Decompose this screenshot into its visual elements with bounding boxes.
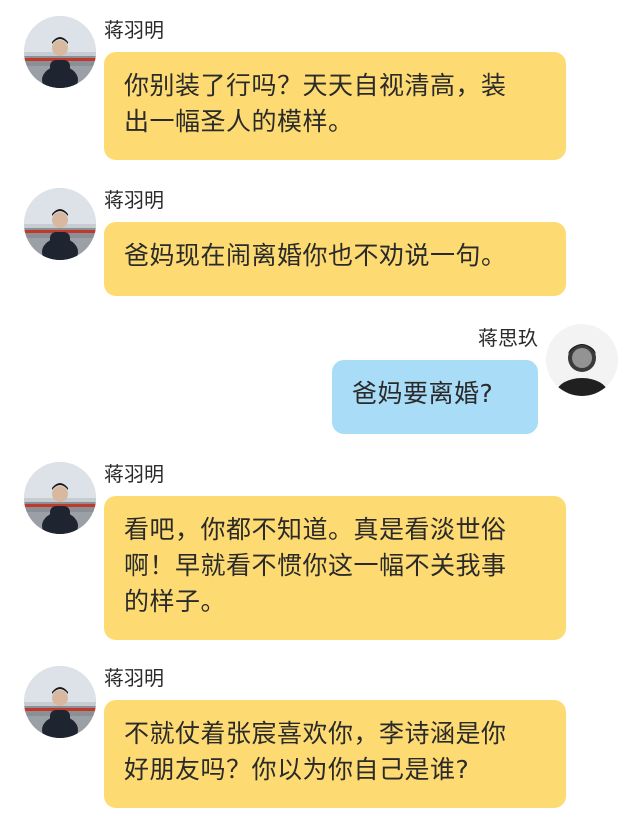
message-text-line: 爸妈现在闹离婚你也不劝说一句。 bbox=[124, 241, 507, 270]
sender-avatar[interactable] bbox=[24, 16, 96, 88]
message-text-line: 爸妈要离婚? bbox=[352, 379, 494, 408]
sender-name: 蒋思玖 bbox=[478, 326, 538, 350]
sender-name: 蒋羽明 bbox=[104, 462, 164, 486]
sender-name: 蒋羽明 bbox=[104, 18, 164, 42]
sender-avatar[interactable] bbox=[24, 462, 96, 534]
message-bubble[interactable]: 不就仗着张宸喜欢你，李诗涵是你 好朋友吗？你以为你自己是谁? bbox=[104, 700, 566, 808]
message-text-line: 看吧，你都不知道。真是看淡世俗 bbox=[124, 515, 507, 544]
sender-avatar[interactable] bbox=[24, 666, 96, 738]
sender-avatar[interactable] bbox=[546, 324, 618, 396]
message-text-line: 的样子。 bbox=[124, 587, 227, 616]
sender-name: 蒋羽明 bbox=[104, 188, 164, 212]
sender-avatar[interactable] bbox=[24, 188, 96, 260]
message-text-line: 你别装了行吗？天天自视清高，装 bbox=[124, 71, 507, 100]
sender-name: 蒋羽明 bbox=[104, 666, 164, 690]
message-text-line: 啊！早就看不惯你这一幅不关我事 bbox=[124, 551, 507, 580]
message-bubble[interactable]: 看吧，你都不知道。真是看淡世俗 啊！早就看不惯你这一幅不关我事 的样子。 bbox=[104, 496, 566, 640]
message-text-line: 不就仗着张宸喜欢你，李诗涵是你 bbox=[124, 719, 507, 748]
message-bubble[interactable]: 你别装了行吗？天天自视清高，装 出一幅圣人的模样。 bbox=[104, 52, 566, 160]
message-bubble[interactable]: 爸妈要离婚? bbox=[332, 360, 538, 434]
message-bubble[interactable]: 爸妈现在闹离婚你也不劝说一句。 bbox=[104, 222, 566, 296]
message-text-line: 好朋友吗？你以为你自己是谁? bbox=[124, 755, 470, 784]
message-text-line: 出一幅圣人的模样。 bbox=[124, 107, 354, 136]
